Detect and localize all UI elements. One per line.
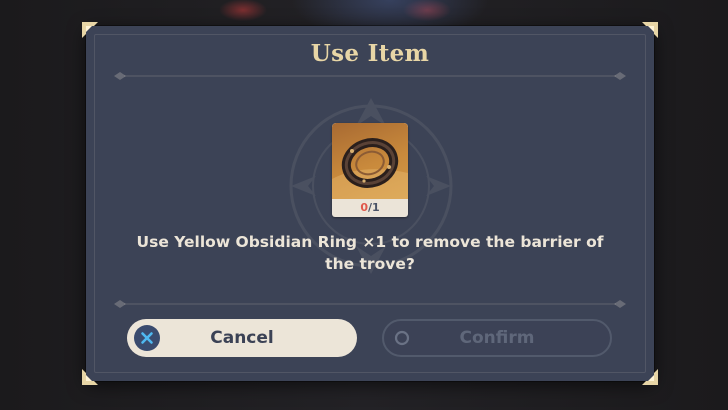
corner-ornament-icon (80, 20, 100, 40)
cancel-button[interactable]: Cancel (127, 319, 357, 357)
confirm-button-label: Confirm (459, 328, 535, 348)
corner-ornament-icon (640, 20, 660, 40)
cancel-button-label: Cancel (210, 328, 274, 348)
item-card: 0/1 (332, 123, 408, 217)
item-count-have: 0 (360, 201, 368, 214)
dialog-message: Use Yellow Obsidian Ring ×1 to remove th… (136, 233, 604, 273)
item-count-need: /1 (367, 201, 380, 214)
item-count: 0/1 (332, 199, 408, 217)
obsidian-ring-icon (332, 123, 408, 199)
corner-ornament-icon (80, 367, 100, 387)
corner-ornament-icon (640, 367, 660, 387)
divider-ornament (114, 299, 626, 309)
dialog-title: Use Item (310, 40, 430, 67)
confirm-button[interactable]: Confirm (382, 319, 612, 357)
use-item-dialog: Use Item 0/1 Use Yellow Obsidian Ring ×1… (82, 22, 658, 385)
divider-ornament (114, 71, 626, 81)
